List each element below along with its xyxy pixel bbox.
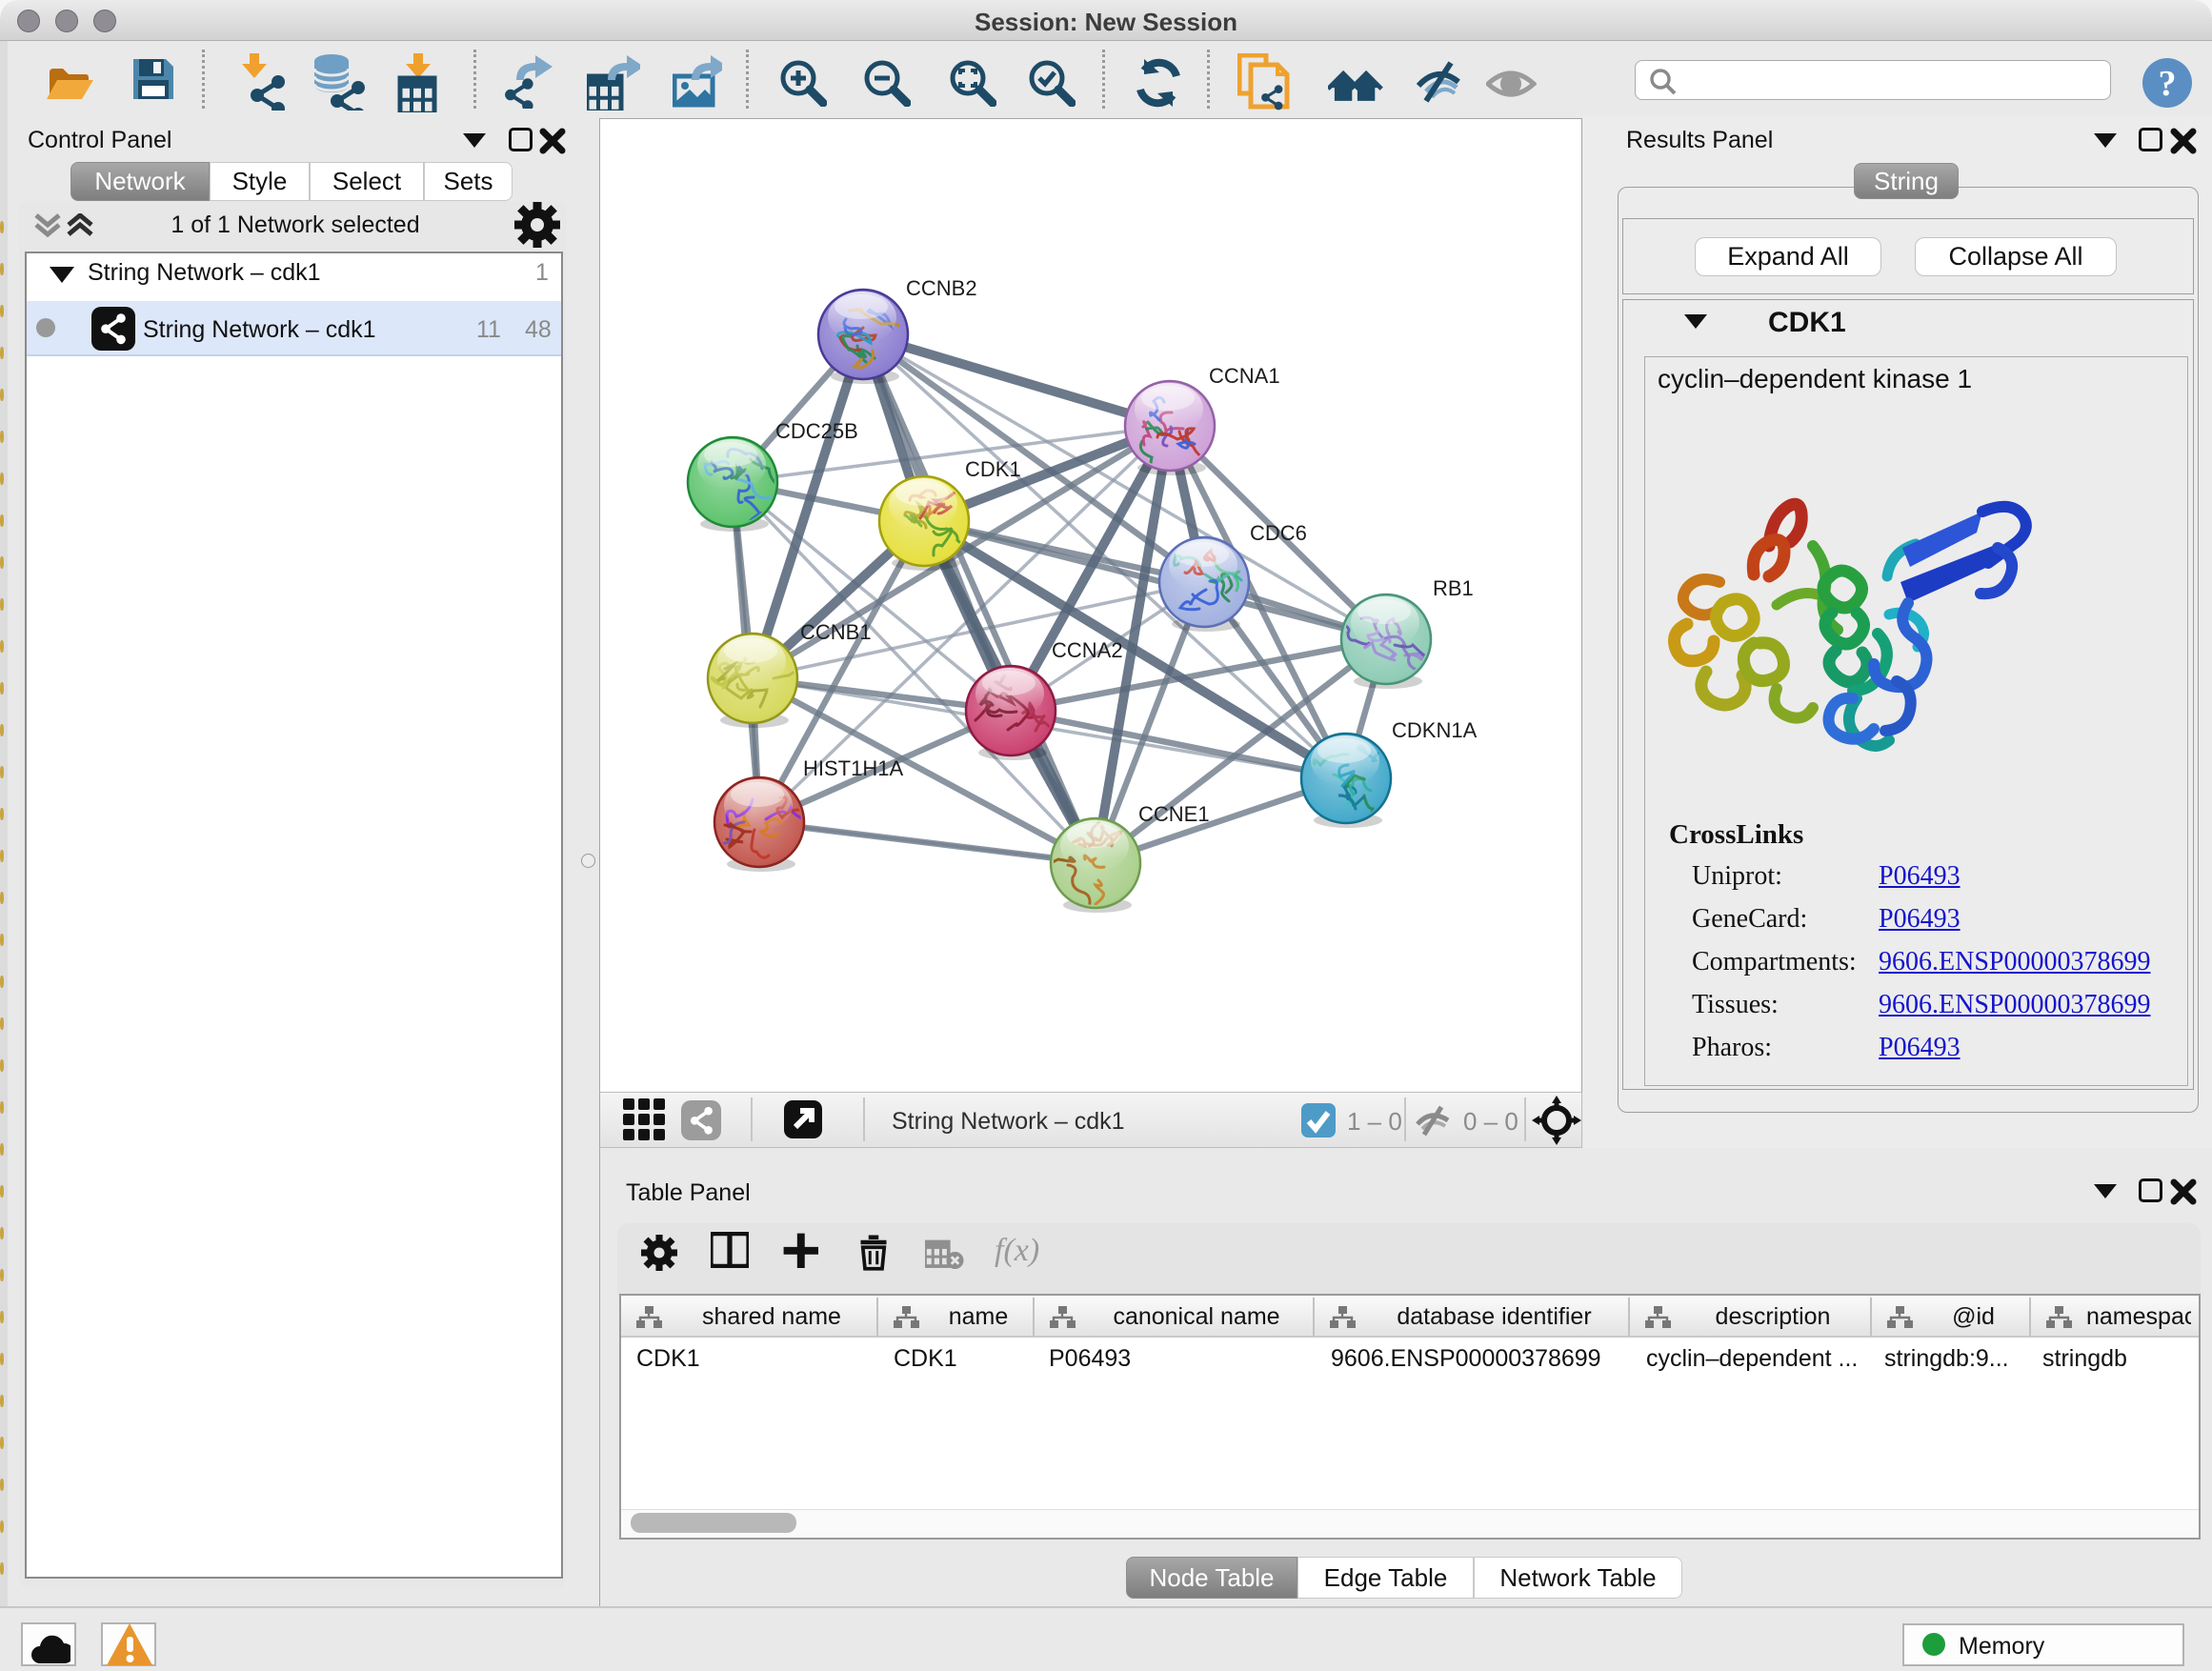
svg-text:CCNA2: CCNA2 [1052, 638, 1123, 662]
svg-text:CDC25B: CDC25B [775, 419, 858, 443]
svg-text:CDC6: CDC6 [1250, 521, 1307, 545]
svg-text:CDK1: CDK1 [965, 457, 1021, 481]
svg-text:HIST1H1A: HIST1H1A [803, 756, 903, 780]
svg-text:CCNB1: CCNB1 [800, 620, 872, 644]
svg-text:CCNE1: CCNE1 [1138, 802, 1210, 826]
svg-text:CCNA1: CCNA1 [1209, 364, 1280, 388]
svg-text:CCNB2: CCNB2 [906, 276, 977, 300]
svg-text:CDKN1A: CDKN1A [1392, 718, 1478, 742]
svg-text:?: ? [2159, 64, 2177, 104]
svg-text:RB1: RB1 [1433, 576, 1474, 600]
